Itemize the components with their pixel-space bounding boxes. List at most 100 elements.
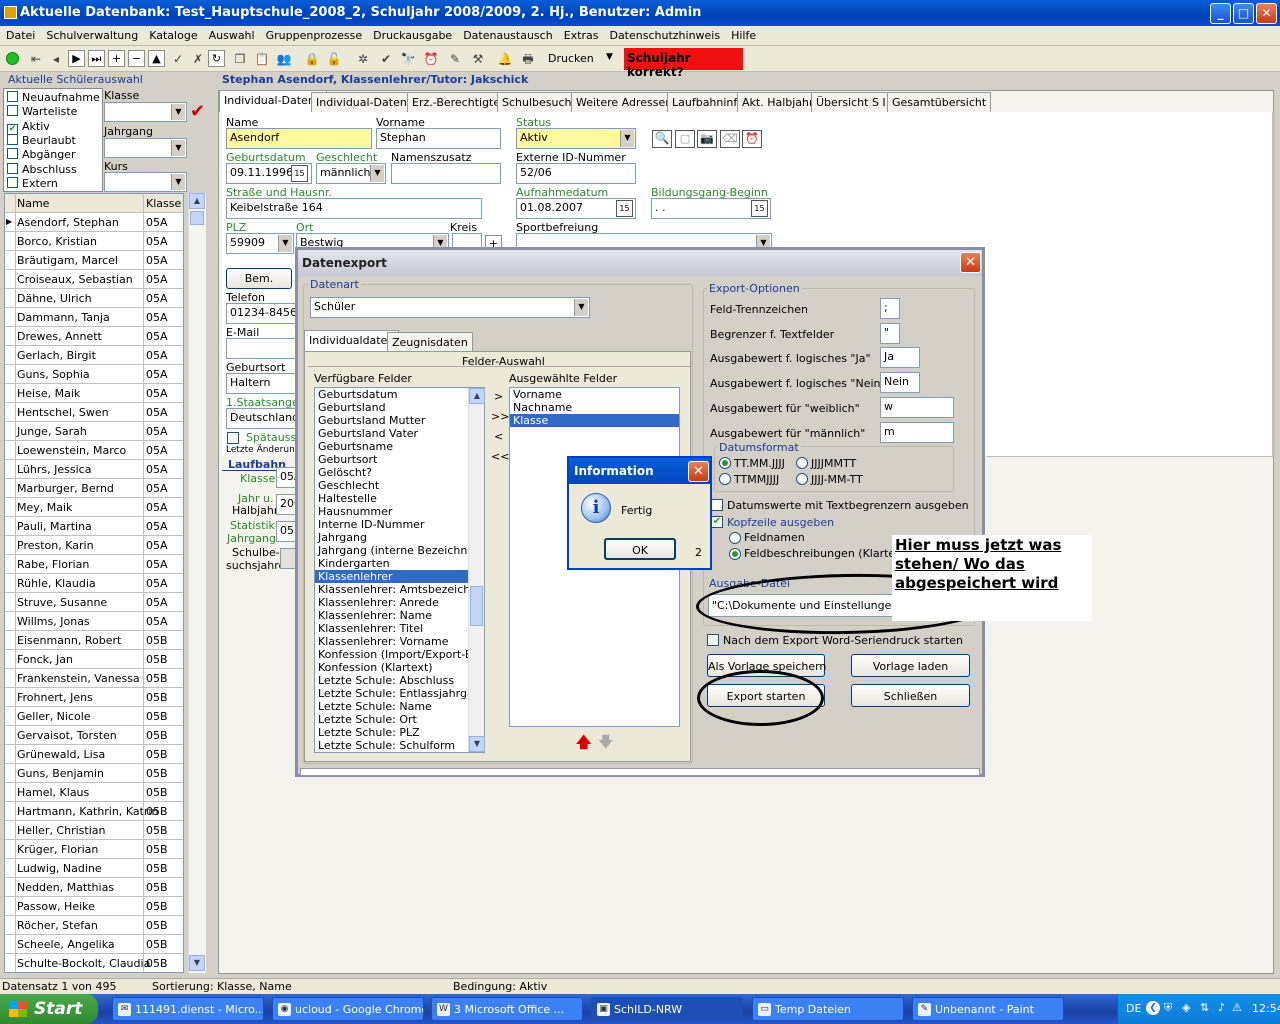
list-item[interactable]: Geburtsland — [315, 401, 484, 414]
table-row[interactable]: Bräutigam, Marcel 05A — [5, 251, 183, 270]
table-row[interactable]: Heller, Christian 05B — [5, 821, 183, 840]
spaetaussiedler-checkbox[interactable] — [227, 432, 239, 444]
list-item[interactable]: Konfession (Import/Export-Bez. — [315, 648, 484, 661]
taskbar-item[interactable]: ▭ Temp Dateien — [752, 997, 904, 1021]
tab-akt-halbjahr[interactable]: Akt. Halbjahr — [737, 92, 819, 112]
student-grid[interactable]: Name Klasse Asendorf, Stephan 05A ▶ Borco, … — [4, 193, 184, 973]
list-item[interactable]: Letzte Schule: Schulform — [315, 739, 484, 752]
option-value-field[interactable]: m — [880, 422, 954, 443]
available-fields-list[interactable]: Geburtsdatum Geburtsland Geburtsland Mutte… — [314, 387, 485, 753]
table-row[interactable]: Mey, Maik 05A — [5, 498, 183, 517]
tray-expand-icon[interactable]: ❮ — [1146, 1001, 1160, 1015]
table-row[interactable]: Frankenstein, Vanessa 05B — [5, 669, 183, 688]
vorname-field[interactable]: Stephan — [376, 128, 501, 149]
filter-checkbox[interactable] — [7, 162, 18, 174]
menu-druckausgabe[interactable]: Druckausgabe — [367, 26, 457, 42]
list-item[interactable]: Klassenlehrer: Titel — [315, 622, 484, 635]
table-row[interactable]: Heise, Maik 05A — [5, 384, 183, 403]
list-item[interactable]: Jahrgang (interne Bezeichnung — [315, 544, 484, 557]
tab-gesamt-bersicht[interactable]: Gesamtübersicht — [887, 92, 992, 112]
taskbar-item[interactable]: ✉ 111491.dienst - Micro... — [112, 997, 264, 1021]
tab-zeugnisdaten[interactable]: Zeugnisdaten — [387, 332, 473, 352]
table-row[interactable]: Eisenmann, Robert 05B — [5, 631, 183, 650]
option-value-field[interactable]: ; — [880, 298, 900, 319]
table-row[interactable]: Rühle, Klaudia 05A — [5, 574, 183, 593]
list-item[interactable]: Letzte Schule: Entlassjahrgang — [315, 687, 484, 700]
taskbar-item[interactable]: ✎ Unbenannt - Paint — [912, 997, 1064, 1021]
table-row[interactable]: Guns, Benjamin 05B — [5, 764, 183, 783]
binoculars-icon[interactable]: 🔭 — [400, 51, 416, 67]
option-value-field[interactable]: w — [880, 397, 954, 418]
filter-icon[interactable]: ✲ — [355, 51, 371, 67]
filter-checkbox[interactable] — [7, 105, 18, 117]
cancel-icon[interactable]: ✗ — [190, 51, 206, 67]
calendar-icon[interactable]: 15 — [616, 200, 633, 217]
feldnamen-radio[interactable] — [729, 532, 741, 544]
next-record-icon[interactable]: ▶ — [68, 50, 85, 67]
menu-hilfe[interactable]: Hilfe — [725, 26, 761, 42]
print-dropdown-icon[interactable]: ▼ — [606, 52, 613, 62]
users-icon[interactable]: 👥 — [276, 51, 292, 67]
table-row[interactable]: Gerlach, Birgit 05A — [5, 346, 183, 365]
name-field[interactable]: Asendorf — [226, 128, 372, 149]
last-record-icon[interactable]: ⏭ — [88, 50, 105, 67]
staatsangehoerigkeit-field[interactable]: Deutschland — [226, 408, 298, 429]
alarm-clock-icon[interactable]: ⏰ — [742, 130, 762, 148]
wand-icon[interactable]: ✎ — [447, 51, 463, 67]
lock-icon[interactable]: 🔒 — [304, 51, 320, 67]
list-item[interactable]: Geburtsname — [315, 440, 484, 453]
green-status-icon[interactable] — [6, 52, 19, 65]
table-row[interactable]: Hartmann, Kathrin, Katrin 05B — [5, 802, 183, 821]
table-row[interactable]: Geller, Nicole 05B — [5, 707, 183, 726]
list-item[interactable]: Klassenlehrer: Vorname — [315, 635, 484, 648]
list-item[interactable]: Geburtsland Mutter — [315, 414, 484, 427]
list-item[interactable]: Kindergarten — [315, 557, 484, 570]
search-icon[interactable]: 🔍 — [652, 130, 672, 148]
paste-icon[interactable]: 📋 — [254, 51, 270, 67]
list-item[interactable]: Letzte Schule: PLZ — [315, 726, 484, 739]
taskbar-item[interactable]: ◉ ucloud - Google Chrome — [272, 997, 424, 1021]
move-up-arrow-icon[interactable]: 🡅 — [576, 732, 591, 757]
up-record-icon[interactable]: ▲ — [148, 50, 165, 67]
table-row[interactable]: Junge, Sarah 05A — [5, 422, 183, 441]
move-down-arrow-icon[interactable]: 🡇 — [598, 732, 613, 757]
table-row[interactable]: Borco, Kristian 05A — [5, 232, 183, 251]
list-item[interactable]: Klasse — [510, 414, 679, 427]
bemerkung-button[interactable]: Bem. — [226, 268, 292, 289]
menu-auswahl[interactable]: Auswahl — [203, 26, 260, 42]
tab-schulbesuch[interactable]: Schulbesuch — [497, 92, 577, 112]
filter-extern[interactable]: Extern — [7, 176, 58, 191]
taskbar-item[interactable]: W 3 Microsoft Office ... — [431, 997, 583, 1021]
delete-record-icon[interactable]: − — [128, 50, 145, 67]
filter-warteliste[interactable]: Warteliste — [7, 105, 77, 119]
ok-button[interactable]: OK — [604, 538, 676, 560]
table-row[interactable]: Hamel, Klaus 05B — [5, 783, 183, 802]
strasse-field[interactable]: Keibelstraße 164 — [226, 198, 482, 219]
jahrgang-filter-combo[interactable]: ▼ — [104, 138, 187, 158]
list-item[interactable]: Klassenlehrer: Anrede — [315, 596, 484, 609]
close-icon[interactable]: ✕ — [688, 461, 709, 482]
table-row[interactable]: Röcher, Stefan 05B — [5, 916, 183, 935]
table-row[interactable]: Pauli, Martina 05A — [5, 517, 183, 536]
list-item[interactable]: Klassenlehrer: Name — [315, 609, 484, 622]
tray-shield-icon[interactable]: ⛨ — [1164, 1001, 1172, 1015]
namenszusatz-field[interactable] — [391, 163, 501, 184]
menu-datenaustausch[interactable]: Datenaustausch — [457, 26, 557, 42]
option-value-field[interactable]: Nein — [880, 372, 920, 393]
telefon-field[interactable]: 01234-845631 — [226, 303, 298, 324]
extid-field[interactable]: 52/06 — [516, 163, 636, 184]
maximize-button[interactable]: □ — [1233, 3, 1254, 24]
list-item[interactable]: Haltestelle — [315, 492, 484, 505]
menu-datei[interactable]: Datei — [0, 26, 40, 42]
kopfzeile-checkbox[interactable]: ✔ — [711, 516, 723, 528]
confirm-icon[interactable]: ✓ — [170, 51, 186, 67]
remove-all-fields-button[interactable]: << — [491, 450, 509, 463]
list-item[interactable]: Geschlecht — [315, 479, 484, 492]
check-filter-icon[interactable]: ✔ — [378, 51, 394, 67]
scroll-thumb[interactable] — [190, 211, 204, 225]
filter-checkbox[interactable] — [7, 91, 18, 102]
klasse-filter-combo[interactable]: ▼ — [104, 102, 187, 122]
list-item[interactable]: Hausnummer — [315, 505, 484, 518]
refresh-icon[interactable]: ↻ — [208, 50, 225, 67]
table-row[interactable]: Lührs, Jessica 05A — [5, 460, 183, 479]
